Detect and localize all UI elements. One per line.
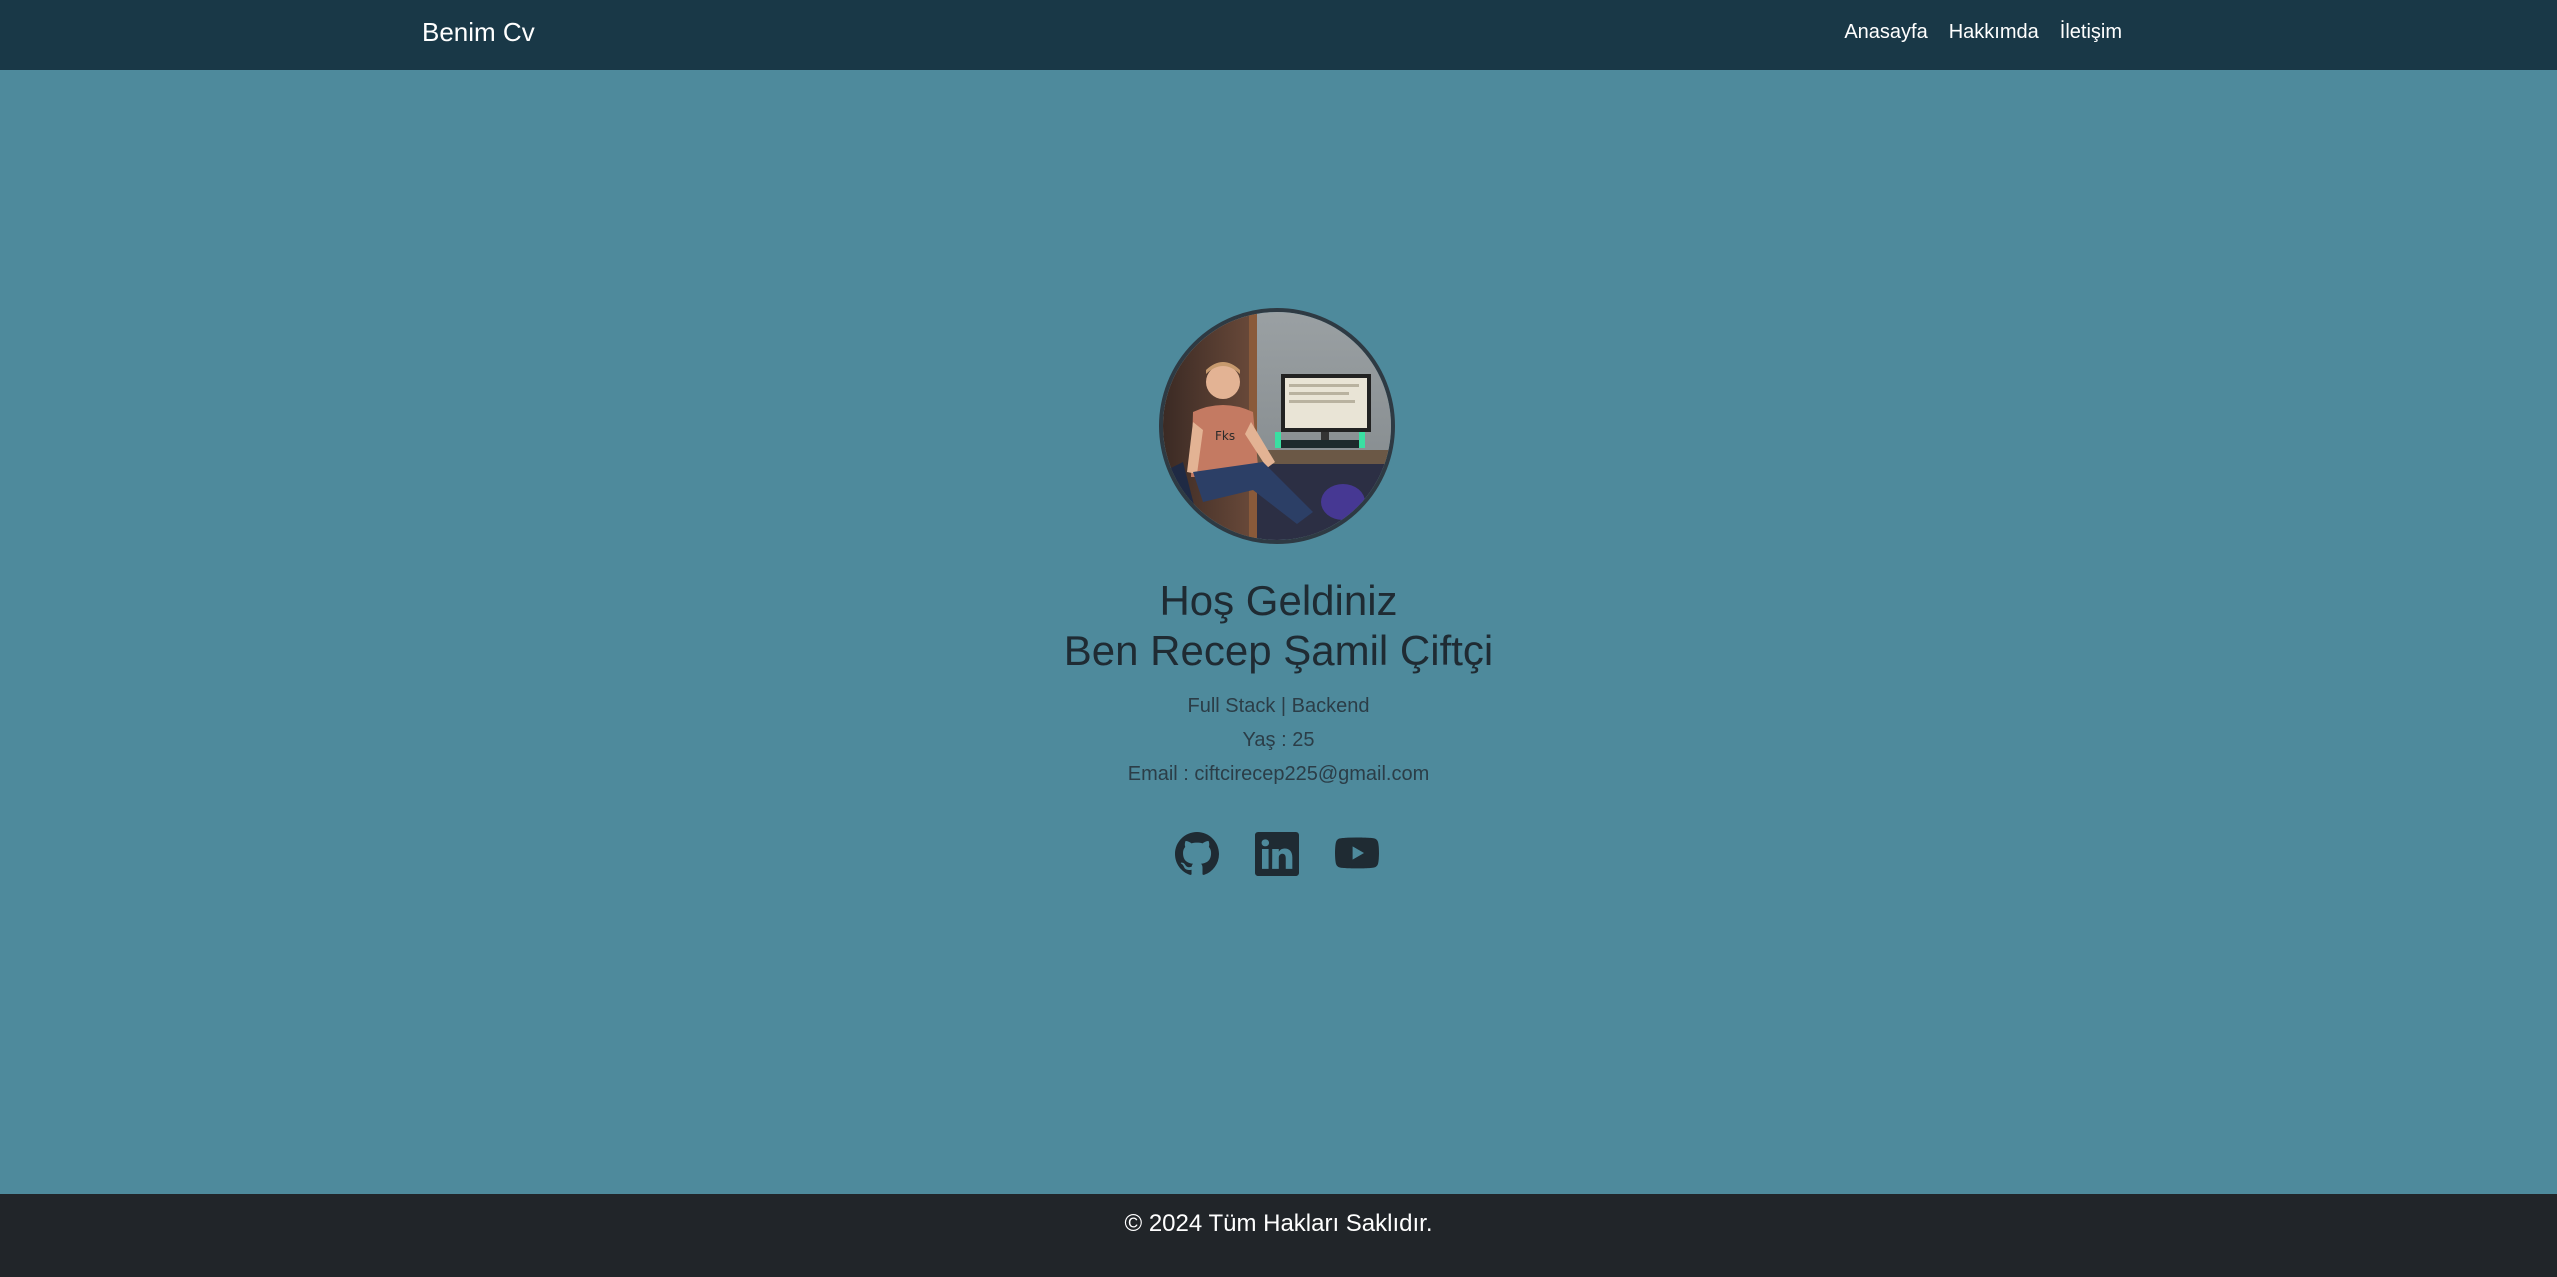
github-link[interactable]: [1174, 832, 1223, 880]
nav-links: Anasayfa Hakkımda İletişim: [1844, 20, 2122, 44]
name-heading: Ben Recep Şamil Çiftçi: [1063, 627, 1494, 674]
nav-link-anasayfa[interactable]: Anasayfa: [1844, 20, 1927, 44]
age-text: Yaş : 25: [1242, 729, 1315, 751]
email-text: Email : ciftcirecep225@gmail.com: [1127, 763, 1430, 785]
github-icon: [1174, 832, 1219, 875]
hero-section: Fks Hoş Geldiniz Ben Recep Şamil Çiftçi …: [0, 70, 2557, 1194]
youtube-link[interactable]: [1334, 832, 1383, 880]
linkedin-link[interactable]: [1254, 832, 1303, 880]
youtube-icon: [1334, 837, 1379, 869]
svg-text:Fks: Fks: [1215, 429, 1235, 443]
footer: © 2024 Tüm Hakları Saklıdır.: [0, 1194, 2557, 1277]
brand-link[interactable]: Benim Cv: [422, 17, 535, 47]
nav-link-iletisim[interactable]: İletişim: [2060, 20, 2122, 44]
profile-photo-illustration: Fks: [1163, 312, 1391, 540]
copyright-text: © 2024 Tüm Hakları Saklıdır.: [1124, 1210, 1433, 1237]
welcome-heading: Hoş Geldiniz: [1159, 577, 1398, 624]
role-text: Full Stack | Backend: [1187, 695, 1370, 717]
social-links: [0, 832, 2557, 880]
profile-photo: Fks: [1159, 308, 1395, 544]
nav-link-hakkimda[interactable]: Hakkımda: [1949, 20, 2039, 44]
linkedin-icon: [1254, 832, 1299, 876]
navbar: Benim Cv Anasayfa Hakkımda İletişim: [0, 0, 2557, 70]
